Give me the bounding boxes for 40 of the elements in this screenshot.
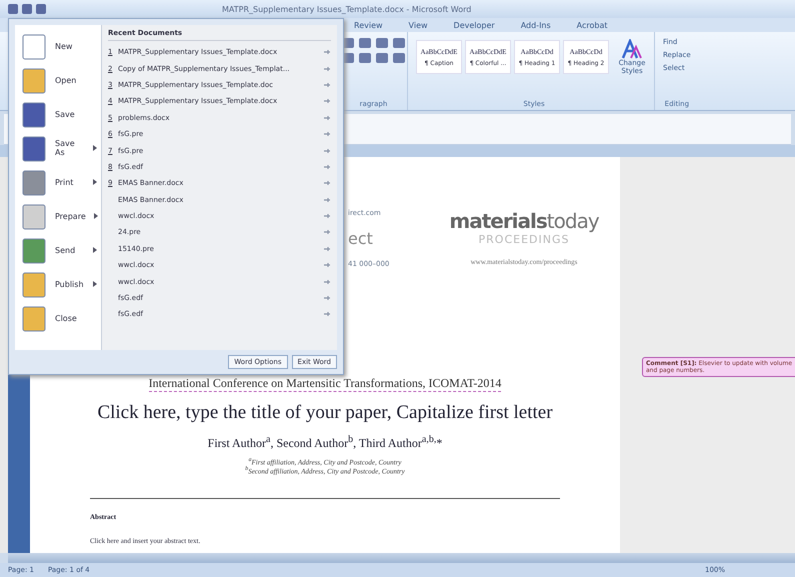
menu-command[interactable]: Print — [15, 165, 101, 199]
header-text: ect — [348, 229, 374, 248]
ribbon-tab[interactable]: Acrobat — [574, 20, 610, 30]
letters-icon — [621, 39, 643, 59]
pin-icon[interactable] — [323, 310, 331, 318]
pin-icon[interactable] — [323, 48, 331, 56]
ribbon-tab[interactable]: Developer — [452, 20, 497, 30]
pin-icon[interactable] — [323, 212, 331, 220]
ribbon-tab[interactable]: Review — [352, 20, 385, 30]
author-list: First Author$^{a}$, Second Author$^{b}$, Third Author$^{a,b,}$* — [208, 434, 442, 451]
conference-line: International Conference on Martensitic Transformations, ICOMAT-2014 — [148, 376, 502, 392]
ribbon-tab[interactable]: View — [406, 20, 430, 30]
menu-command[interactable]: Send — [15, 233, 101, 267]
pin-icon[interactable] — [323, 130, 331, 138]
menu-command[interactable]: Save As — [15, 131, 101, 165]
horizontal-scrollbar[interactable] — [8, 553, 795, 563]
pin-icon[interactable] — [323, 162, 331, 171]
menu-command[interactable]: New — [15, 29, 101, 63]
pin-icon[interactable] — [323, 196, 331, 204]
menu-command[interactable]: Save — [15, 97, 101, 131]
pin-icon[interactable] — [323, 179, 331, 188]
window-title: MATPR_Supplementary Issues_Template.docx - Microsoft Word — [222, 4, 472, 14]
pin-icon[interactable] — [323, 294, 331, 302]
pin-icon[interactable] — [323, 228, 331, 236]
pin-icon[interactable] — [323, 114, 331, 122]
pin-icon[interactable] — [323, 146, 331, 155]
menu-command[interactable]: Open — [15, 63, 101, 97]
menu-command[interactable]: Publish — [15, 267, 101, 301]
logo-subtitle: PROCEEDINGS — [478, 233, 570, 246]
pin-icon[interactable] — [323, 64, 331, 73]
journal-logo: materialstoday — [449, 209, 599, 233]
menu-command[interactable]: Close — [15, 301, 101, 335]
paper-title: Click here, type the title of your paper, Capitalize first letter — [97, 402, 553, 424]
menu-command[interactable]: Prepare — [15, 199, 101, 233]
pin-icon[interactable] — [323, 278, 331, 286]
ribbon-tab[interactable]: Add-Ins — [518, 20, 553, 30]
pin-icon[interactable] — [323, 97, 331, 106]
pin-icon[interactable] — [323, 80, 331, 89]
pin-icon[interactable] — [323, 244, 331, 253]
pin-icon[interactable] — [323, 261, 331, 270]
